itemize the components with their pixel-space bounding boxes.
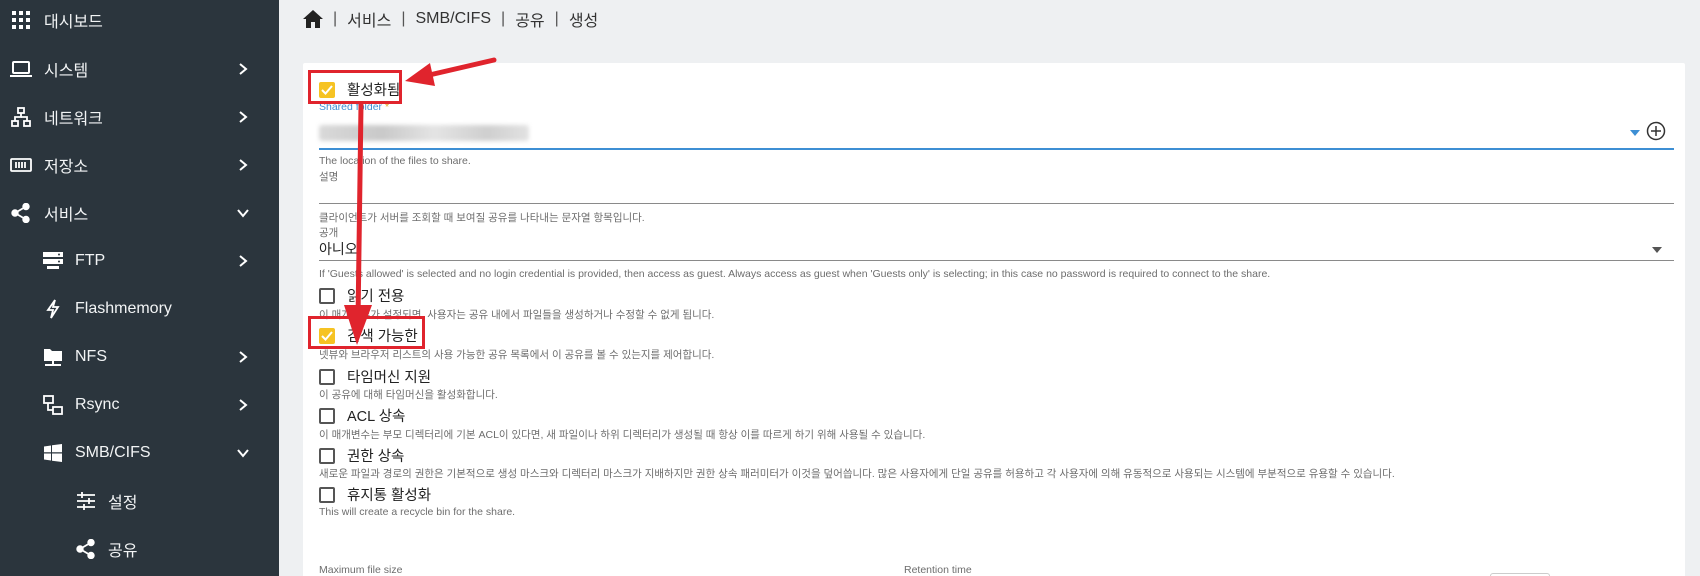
annotation-highlight-box: [308, 70, 402, 104]
server-icon: [42, 250, 64, 272]
sidebar-item-label: 서비스: [44, 207, 89, 224]
description-hint: 클라이언트가 서버를 조회할 때 보여질 공유를 나타내는 문자열 항목입니다.: [319, 212, 645, 224]
chevron-right-icon: [239, 159, 248, 171]
readonly-label: 읽기 전용: [347, 289, 405, 305]
sidebar-item-smb-shares[interactable]: 공유: [0, 527, 279, 571]
sidebar-item-services[interactable]: 서비스: [0, 191, 279, 235]
inherit-permissions-checkbox-row[interactable]: 권한 상속: [319, 445, 404, 466]
public-underline: [319, 260, 1674, 261]
breadcrumb-item-create: 생성: [568, 13, 599, 30]
inherit-permissions-checkbox[interactable]: [319, 447, 335, 464]
sidebar-item-smb-cifs[interactable]: SMB/CIFS: [0, 431, 279, 475]
sidebar-item-label: 네트워크: [44, 111, 103, 128]
recycle-bin-checkbox[interactable]: [319, 486, 335, 503]
sidebar-item-nfs[interactable]: NFS: [0, 335, 279, 379]
laptop-icon: [10, 58, 32, 80]
breadcrumb-item-services[interactable]: 서비스: [347, 7, 391, 31]
timemachine-label: 타임머신 지원: [347, 370, 432, 386]
folder-network-icon: [42, 346, 64, 368]
shared-folder-value-blurred[interactable]: [319, 125, 529, 141]
breadcrumb-separator: |: [554, 10, 559, 27]
recycle-bin-hint: This will create a recycle bin for the s…: [319, 506, 516, 518]
inherit-permissions-hint: 새로운 파일과 경로의 권한은 기본적으로 생성 마스크와 디렉터리 마스크가 …: [319, 468, 1395, 480]
grid-icon: [10, 9, 32, 31]
browseable-hint: 넷뷰와 브라우저 리스트의 사용 가능한 공유 목록에서 이 공유를 볼 수 있…: [319, 349, 715, 361]
readonly-checkbox[interactable]: [319, 287, 335, 304]
inherit-acls-label: ACL 상속: [347, 409, 406, 425]
sidebar-item-label: Flashmemory: [75, 300, 172, 317]
public-hint: If 'Guests allowed' is selected and no l…: [319, 268, 1271, 280]
sidebar-item-label: 저장소: [44, 159, 89, 176]
sidebar-item-label: 대시보드: [44, 14, 103, 31]
settings-sliders-icon: [75, 490, 97, 512]
breadcrumb-separator: |: [401, 10, 406, 27]
inherit-acls-hint: 이 매개변수는 부모 디렉터리에 기본 ACL이 있다면, 새 파일이나 하위 …: [319, 429, 926, 441]
breadcrumb-item-shares[interactable]: 공유: [515, 7, 544, 31]
flash-icon: [42, 298, 64, 320]
breadcrumb-item-smb-cifs[interactable]: SMB/CIFS: [415, 10, 491, 28]
sidebar-item-system[interactable]: 시스템: [0, 47, 279, 91]
sidebar-item-smb-settings[interactable]: 설정: [0, 479, 279, 523]
dropdown-arrow-icon[interactable]: [1630, 130, 1640, 136]
breadcrumb-separator: |: [501, 10, 506, 27]
sidebar-item-flashmemory[interactable]: Flashmemory: [0, 287, 279, 331]
inherit-acls-checkbox-row[interactable]: ACL 상속: [319, 405, 405, 426]
breadcrumb-separator: |: [333, 10, 338, 27]
retention-time-label: Retention time: [904, 564, 972, 576]
network-icon: [10, 106, 32, 128]
sidebar-item-label: 시스템: [44, 63, 89, 80]
inherit-acls-checkbox[interactable]: [319, 407, 335, 424]
chevron-right-icon: [239, 111, 248, 123]
recycle-bin-label: 휴지통 활성화: [347, 488, 432, 504]
sidebar-item-storage[interactable]: 저장소: [0, 143, 279, 187]
add-circle-icon[interactable]: [1646, 121, 1666, 141]
sidebar-item-ftp[interactable]: FTP: [0, 239, 279, 283]
max-file-size-label: Maximum file size: [319, 564, 403, 576]
readonly-checkbox-row[interactable]: 읽기 전용: [319, 285, 404, 306]
timemachine-checkbox[interactable]: [319, 368, 335, 385]
home-icon[interactable]: [303, 10, 323, 28]
annotation-highlight-box: [308, 316, 425, 349]
timemachine-hint: 이 공유에 대해 타임머신을 활성화합니다.: [319, 389, 498, 401]
sync-icon: [42, 394, 64, 416]
sidebar-item-label: 설정: [108, 495, 138, 512]
sidebar-item-dashboard[interactable]: 대시보드: [0, 0, 279, 42]
chevron-down-icon: [237, 209, 249, 218]
public-label: 공개: [319, 227, 339, 239]
sidebar-item-label: NFS: [75, 348, 107, 365]
share-icon: [75, 538, 97, 560]
storage-icon: [10, 154, 32, 176]
sidebar-item-label: FTP: [75, 252, 106, 269]
breadcrumb: | 서비스 | SMB/CIFS | 공유 | 생성: [303, 6, 598, 32]
timemachine-checkbox-row[interactable]: 타임머신 지원: [319, 366, 431, 387]
windows-icon: [42, 442, 64, 464]
chevron-down-icon: [237, 449, 249, 458]
chevron-right-icon: [239, 351, 248, 363]
chevron-right-icon: [239, 63, 248, 75]
chevron-right-icon: [239, 255, 248, 267]
sidebar-item-label: Rsync: [75, 396, 120, 413]
description-input[interactable]: [319, 181, 1674, 203]
sidebar-item-label: SMB/CIFS: [75, 444, 151, 461]
sidebar: 대시보드 시스템 네트워크 저장소 서비스 FTP Flashmemory NF…: [0, 0, 279, 576]
share-icon: [10, 202, 32, 224]
public-select-value[interactable]: 아니오: [319, 239, 358, 259]
shared-folder-hint: The location of the files to share.: [319, 155, 471, 167]
share-form-card: 활성화됨 Shared folder * The location of the…: [303, 63, 1685, 576]
chevron-right-icon: [239, 399, 248, 411]
description-underline: [319, 203, 1674, 204]
sidebar-item-network[interactable]: 네트워크: [0, 95, 279, 139]
sidebar-item-rsync[interactable]: Rsync: [0, 383, 279, 427]
recycle-bin-checkbox-row[interactable]: 휴지통 활성화: [319, 484, 431, 505]
shared-folder-underline: [319, 148, 1674, 150]
inherit-permissions-label: 권한 상속: [347, 449, 405, 465]
dropdown-arrow-icon[interactable]: [1652, 247, 1662, 253]
sidebar-item-label: 공유: [108, 543, 138, 560]
